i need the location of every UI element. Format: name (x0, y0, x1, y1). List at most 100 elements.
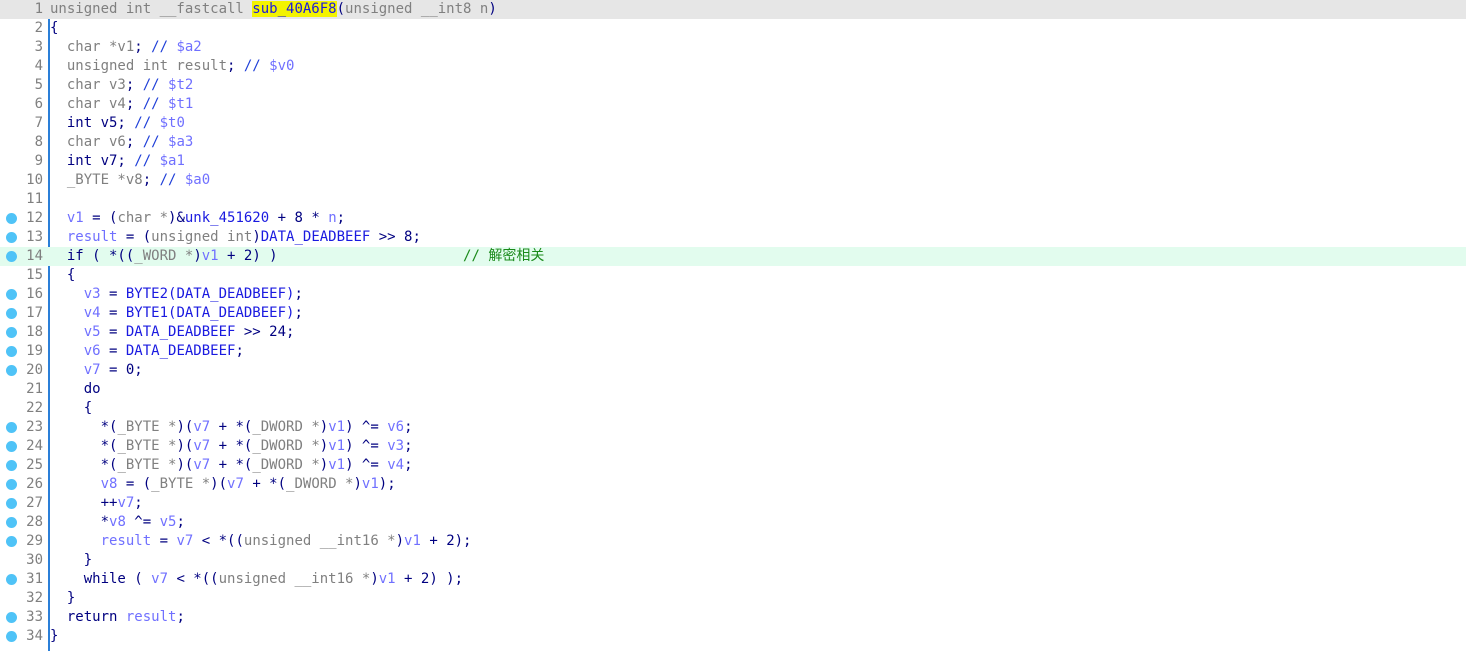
line-number: 34 (26, 628, 43, 644)
code-line[interactable]: 3 char *v1; // $a2 (0, 38, 1466, 57)
function-name[interactable]: sub_40A6F8 (252, 1, 337, 17)
code-line[interactable]: 29 result = v7 < *((unsigned __int16 *)v… (0, 532, 1466, 551)
variable-token[interactable]: v1 (328, 438, 345, 454)
code-token: + *( (210, 438, 253, 454)
global-token[interactable]: unk_451620 (185, 210, 269, 226)
code-line[interactable]: 32 } (0, 589, 1466, 608)
code-line[interactable]: 33 return result; (0, 608, 1466, 627)
variable-token[interactable]: v7 (193, 438, 210, 454)
global-token[interactable]: BYTE1(DATA_DEADBEEF) (126, 305, 295, 321)
variable-token[interactable]: v1 (50, 210, 84, 226)
variable-token[interactable]: v7 (117, 495, 134, 511)
code-token: while ( (50, 571, 152, 587)
code-line[interactable]: 2{ (0, 19, 1466, 38)
code-token: { (50, 400, 93, 416)
code-line[interactable]: 31 while ( v7 < *((unsigned __int16 *)v1… (0, 570, 1466, 589)
code-line[interactable]: 24 *(_BYTE *)(v7 + *(_DWORD *)v1) ^= v3; (0, 437, 1466, 456)
variable-token[interactable]: v5 (160, 514, 177, 530)
variable-token[interactable]: v3 (50, 286, 101, 302)
variable-token[interactable]: v4 (387, 457, 404, 473)
code-token: ) ^= (345, 438, 388, 454)
variable-token[interactable]: v8 (109, 514, 126, 530)
code-line[interactable]: 20 v7 = 0; (0, 361, 1466, 380)
line-number: 30 (26, 552, 43, 568)
code-line[interactable]: 18 v5 = DATA_DEADBEEF >> 24; (0, 323, 1466, 342)
register-token: $a0 (184, 172, 211, 188)
register-token: $t1 (168, 96, 194, 112)
code-line[interactable]: 19 v6 = DATA_DEADBEEF; (0, 342, 1466, 361)
variable-token[interactable]: v3 (387, 438, 404, 454)
line-number: 22 (26, 400, 43, 416)
code-line[interactable]: 6 char v4; // $t1 (0, 95, 1466, 114)
variable-token[interactable]: v4 (50, 305, 101, 321)
code-line[interactable]: 30 } (0, 551, 1466, 570)
variable-token[interactable]: result (50, 533, 152, 549)
code-token: )( (176, 438, 194, 454)
code-token: + 8 * (269, 210, 329, 226)
code-line[interactable]: 23 *(_BYTE *)(v7 + *(_DWORD *)v1) ^= v6; (0, 418, 1466, 437)
code-token: + 2); (420, 533, 472, 549)
code-line[interactable]: 21 do (0, 380, 1466, 399)
variable-token[interactable]: v7 (151, 571, 168, 587)
code-line[interactable]: 27 ++v7; (0, 494, 1466, 513)
line-number: 19 (26, 343, 43, 359)
variable-token[interactable]: v7 (193, 419, 210, 435)
code-token: do (50, 381, 101, 397)
code-line[interactable]: 8 char v6; // $a3 (0, 133, 1466, 152)
global-token[interactable]: BYTE2(DATA_DEADBEEF) (126, 286, 295, 302)
variable-token[interactable]: v1 (404, 533, 421, 549)
code-text: } (50, 551, 92, 570)
variable-token[interactable]: result (50, 229, 118, 245)
variable-token[interactable]: v7 (50, 362, 101, 378)
line-number: 11 (26, 191, 43, 207)
variable-token[interactable]: v6 (387, 419, 404, 435)
code-line[interactable]: 4 unsigned int result; // $v0 (0, 57, 1466, 76)
variable-token[interactable]: v8 (50, 476, 118, 492)
code-line[interactable]: 7 int v5; // $t0 (0, 114, 1466, 133)
code-line[interactable]: 9 int v7; // $a1 (0, 152, 1466, 171)
code-line[interactable]: 15 { (0, 266, 1466, 285)
pseudocode-view[interactable]: 1 unsigned int __fastcall sub_40A6F8(unsi… (0, 0, 1466, 651)
variable-token[interactable]: v1 (202, 248, 219, 264)
code-line[interactable]: 10 _BYTE *v8; // $a0 (0, 171, 1466, 190)
code-text: _BYTE *v8; // $a0 (50, 171, 210, 190)
variable-token[interactable]: v1 (379, 571, 396, 587)
variable-token[interactable]: v1 (362, 476, 379, 492)
global-token[interactable]: DATA_DEADBEEF (261, 229, 371, 245)
code-line[interactable]: 28 *v8 ^= v5; (0, 513, 1466, 532)
variable-token[interactable]: v7 (227, 476, 244, 492)
global-token[interactable]: DATA_DEADBEEF (126, 324, 236, 340)
variable-token[interactable]: v7 (176, 533, 193, 549)
global-token[interactable]: DATA_DEADBEEF (126, 343, 236, 359)
code-line[interactable]: 5 char v3; // $t2 (0, 76, 1466, 95)
variable-token[interactable]: v1 (328, 457, 345, 473)
code-line[interactable]: 26 v8 = (_BYTE *)(v7 + *(_DWORD *)v1); (0, 475, 1466, 494)
variable-token[interactable]: n (328, 210, 336, 226)
code-line[interactable]: 14 if ( *((_WORD *)v1 + 2) ) // 解密相关 (0, 247, 1466, 266)
code-line[interactable]: 17 v4 = BYTE1(DATA_DEADBEEF); (0, 304, 1466, 323)
code-token: ) (395, 533, 405, 549)
type-token: unsigned __int16 * (218, 571, 371, 587)
code-text: { (50, 266, 75, 285)
code-token: ) (319, 457, 329, 473)
code-token: *( (50, 457, 118, 473)
code-line[interactable]: 11 (0, 190, 1466, 209)
code-line[interactable]: 1 unsigned int __fastcall sub_40A6F8(unsi… (0, 0, 1466, 19)
code-line[interactable]: 25 *(_BYTE *)(v7 + *(_DWORD *)v1) ^= v4; (0, 456, 1466, 475)
code-line[interactable]: 34} (0, 627, 1466, 646)
type-token: char *v1 (50, 39, 135, 55)
code-line[interactable]: 12 v1 = (char *)&unk_451620 + 8 * n; (0, 209, 1466, 228)
variable-token[interactable]: v7 (193, 457, 210, 473)
code-line[interactable]: 22 { (0, 399, 1466, 418)
code-token: >> 24; (235, 324, 295, 340)
variable-token[interactable]: v6 (50, 343, 101, 359)
code-text: { (50, 399, 92, 418)
type-token: unsigned int (151, 229, 253, 245)
code-line[interactable]: 16 v3 = BYTE2(DATA_DEADBEEF); (0, 285, 1466, 304)
variable-token[interactable]: result (126, 609, 177, 625)
variable-token[interactable]: v1 (328, 419, 345, 435)
variable-token[interactable]: v5 (50, 324, 101, 340)
code-text: v8 = (_BYTE *)(v7 + *(_DWORD *)v1); (50, 475, 396, 494)
code-line[interactable]: 13 result = (unsigned int)DATA_DEADBEEF … (0, 228, 1466, 247)
code-text: *(_BYTE *)(v7 + *(_DWORD *)v1) ^= v6; (50, 418, 413, 437)
